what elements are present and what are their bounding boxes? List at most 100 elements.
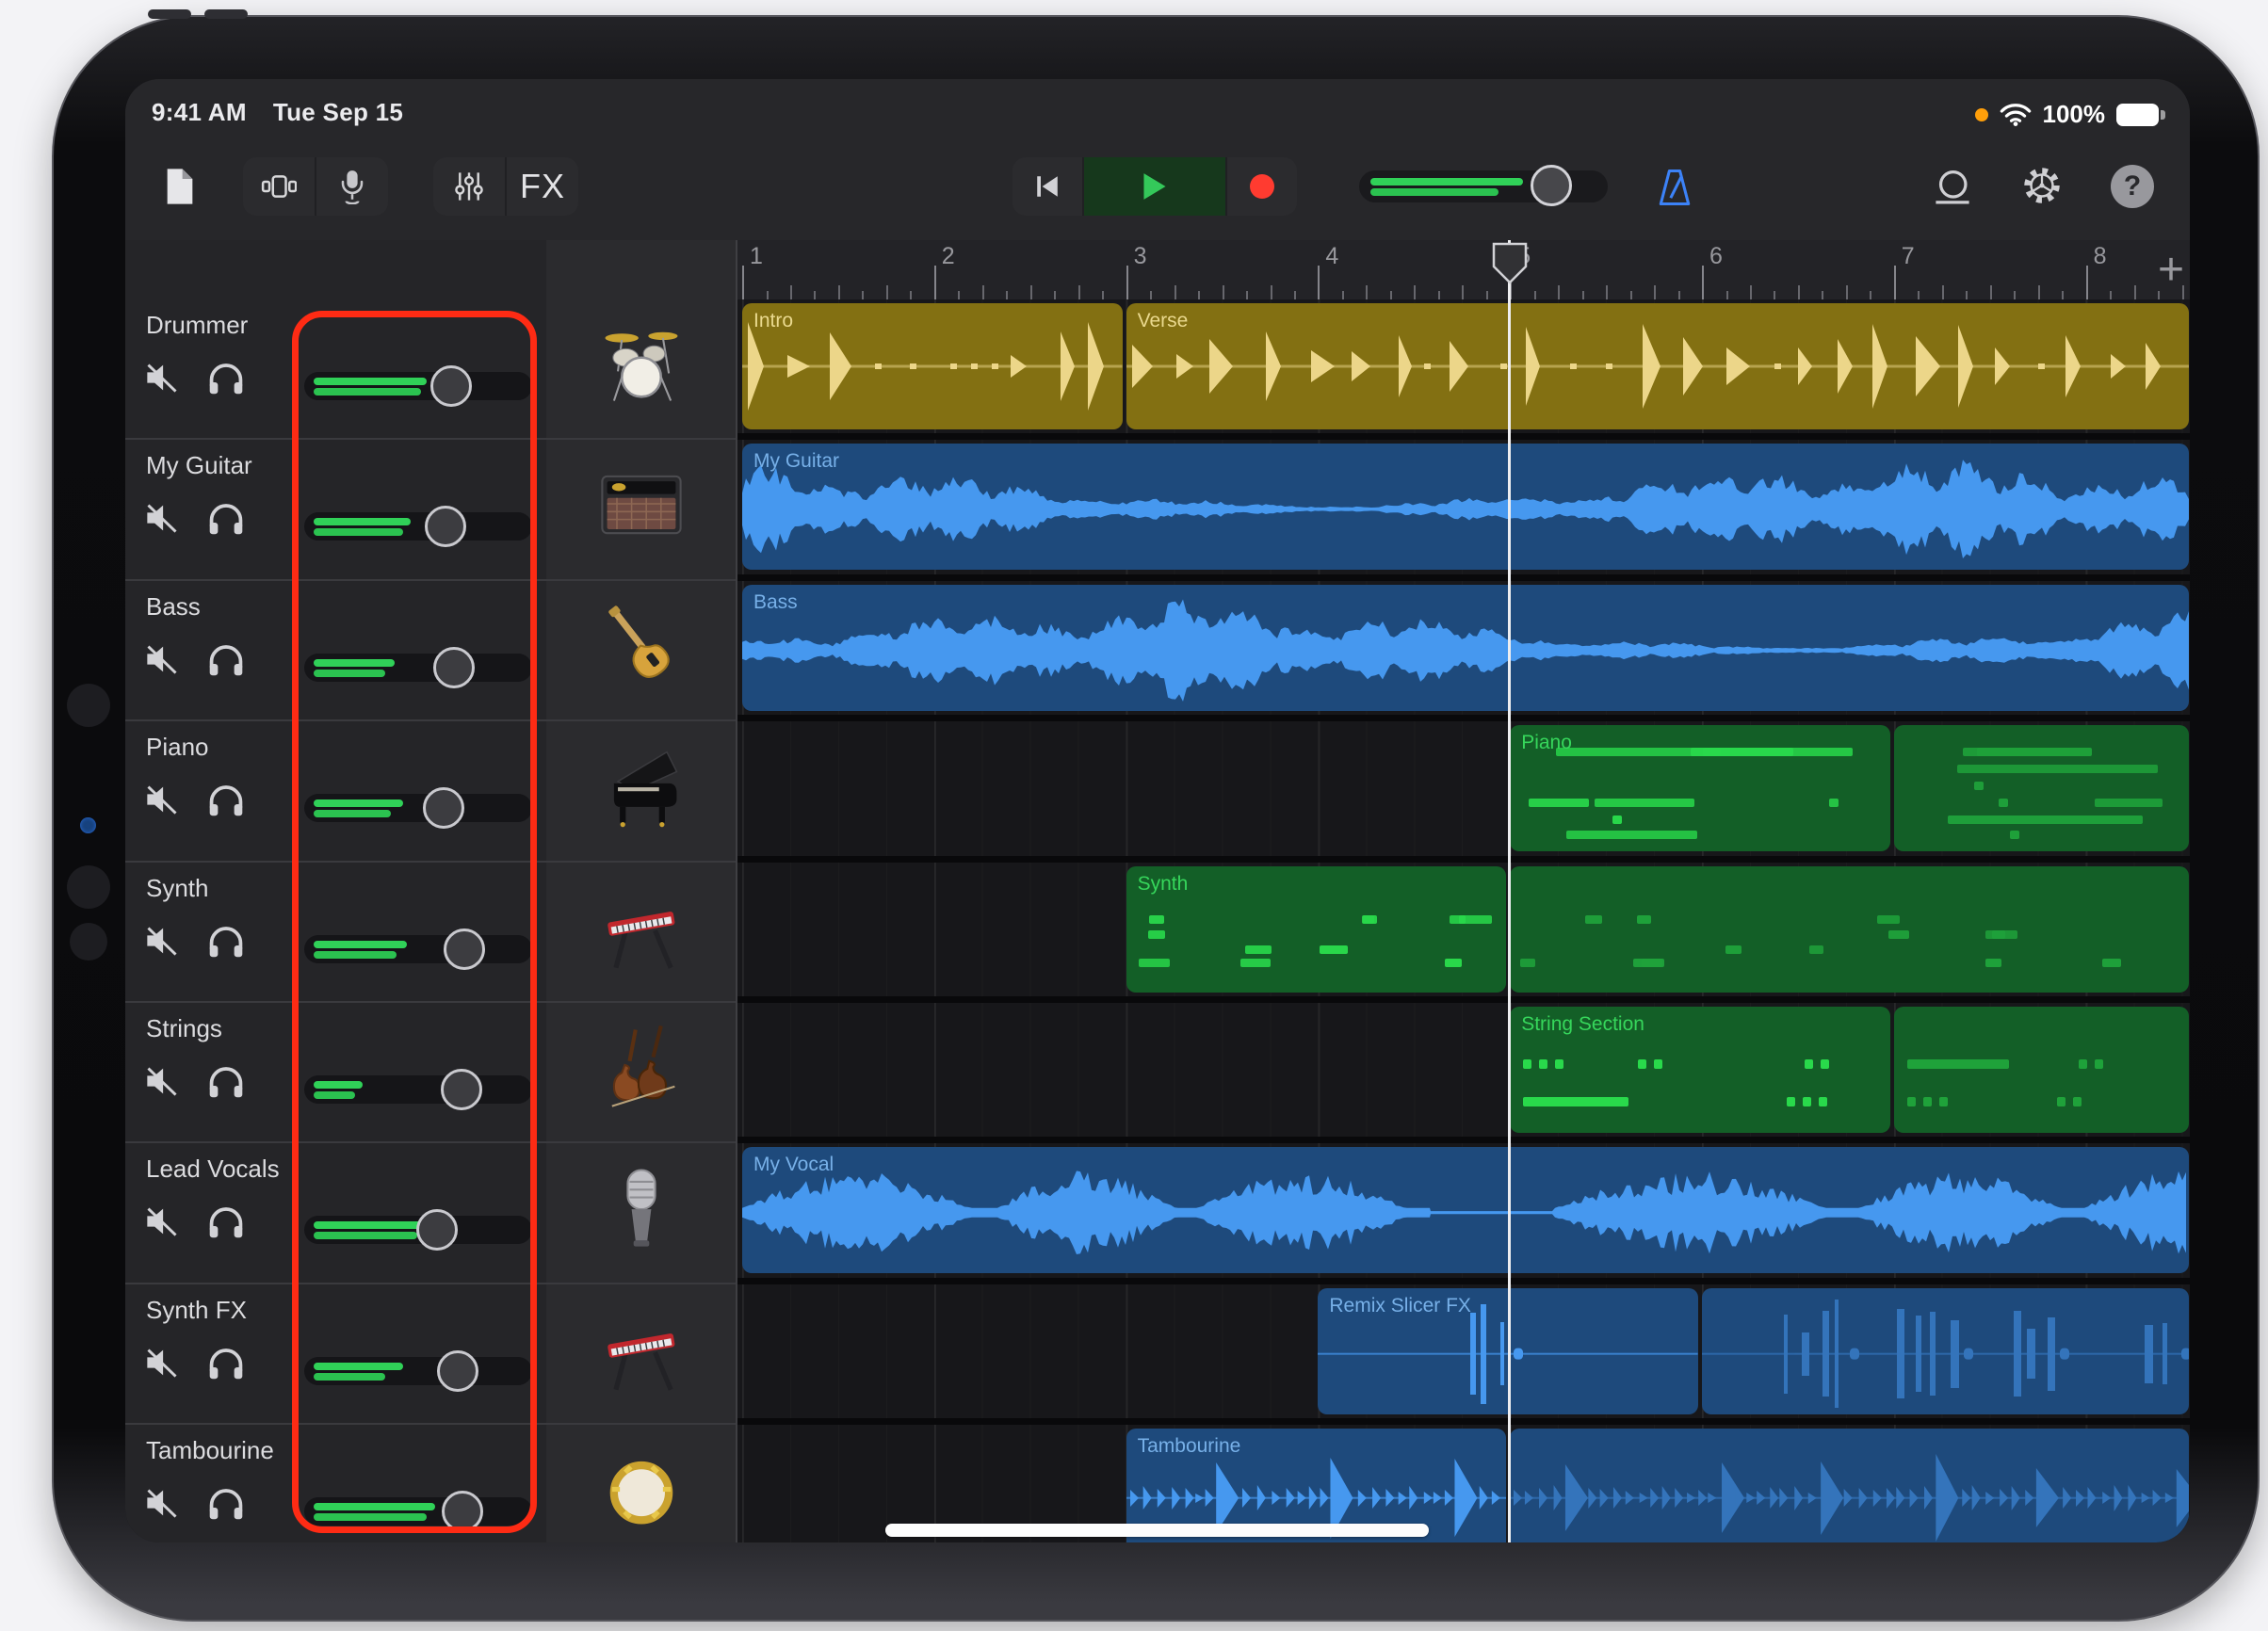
view-toggle-group [243, 157, 388, 216]
record-button[interactable] [1225, 157, 1297, 216]
solo-headphones-button[interactable] [206, 500, 248, 538]
garageband-screen: 9:41 AM Tue Sep 15 100% [125, 79, 2190, 1542]
headphones-icon [206, 923, 246, 959]
instrument-icon-guitar-amp[interactable] [592, 455, 690, 553]
mute-button[interactable] [144, 362, 186, 399]
horizontal-scrollbar[interactable] [885, 1524, 1429, 1537]
playhead-handle[interactable] [1491, 241, 1529, 291]
loop-browser-button[interactable] [1928, 162, 1977, 211]
solo-headphones-button[interactable] [206, 923, 248, 961]
mute-button[interactable] [144, 783, 186, 821]
track-name: Bass [146, 592, 201, 622]
settings-button[interactable] [2017, 160, 2067, 211]
mute-button[interactable] [144, 643, 186, 681]
waveform-drum-hits [1126, 303, 2189, 429]
region-piano[interactable]: Piano [1510, 725, 1890, 851]
help-button[interactable]: ? [2111, 165, 2154, 208]
solo-headphones-button[interactable] [206, 1063, 248, 1101]
instrument-icon-tambourine[interactable] [592, 1440, 690, 1538]
region-continued[interactable] [1894, 1007, 2189, 1133]
track-name: Drummer [146, 311, 248, 340]
track-lane[interactable]: Piano [737, 721, 2190, 862]
mute-button[interactable] [144, 1347, 186, 1384]
help-label: ? [2124, 170, 2141, 202]
waveform-audio-waveform [742, 585, 2189, 711]
region-string-section[interactable]: String Section [1510, 1007, 1890, 1133]
camera-lens [67, 684, 110, 727]
track-lane[interactable]: Synth [737, 863, 2190, 1003]
document-button[interactable] [154, 160, 206, 213]
camera-lens [67, 865, 110, 909]
measure-number: 7 [1902, 243, 1915, 270]
instrument-icon-drum-kit[interactable] [592, 315, 690, 412]
track-lane[interactable]: Bass [737, 581, 2190, 721]
solo-headphones-button[interactable] [206, 1485, 248, 1523]
solo-headphones-button[interactable] [206, 641, 248, 679]
track-lane[interactable]: Remix Slicer FX [737, 1284, 2190, 1425]
play-icon [1142, 172, 1167, 201]
play-button[interactable] [1082, 157, 1226, 216]
battery-icon [2116, 103, 2165, 127]
metronome-button[interactable] [1651, 164, 1698, 211]
mixer-button[interactable] [433, 157, 505, 216]
mute-button[interactable] [144, 1487, 186, 1525]
mute-button[interactable] [144, 925, 186, 962]
mix-fx-group: FX [433, 157, 578, 216]
track-lane[interactable]: String Section [737, 1003, 2190, 1143]
timeline-ruler[interactable]: 12345678 [737, 240, 2190, 301]
mute-icon [144, 1487, 180, 1519]
region-bass[interactable]: Bass [742, 585, 2189, 711]
fx-button[interactable]: FX [505, 157, 578, 216]
region-my-vocal[interactable]: My Vocal [742, 1147, 2189, 1273]
region-intro[interactable]: Intro [742, 303, 1123, 429]
track-name: Tambourine [146, 1436, 274, 1465]
mute-button[interactable] [144, 502, 186, 540]
track-name: My Guitar [146, 451, 252, 480]
microphone-icon [338, 169, 366, 204]
solo-headphones-button[interactable] [206, 360, 248, 397]
instrument-icon-synth-keyboard[interactable] [592, 878, 690, 976]
volume-button [204, 9, 248, 19]
mute-button[interactable] [144, 1065, 186, 1103]
add-track-button[interactable]: + [2146, 245, 2190, 294]
region-label: Verse [1138, 310, 1189, 332]
region-continued[interactable] [1510, 866, 2189, 993]
mute-icon [144, 925, 180, 957]
waveform-drum-hits [742, 303, 1123, 429]
region-synth[interactable]: Synth [1126, 866, 1507, 993]
wifi-icon [2000, 103, 2032, 127]
instrument-icon-studio-microphone[interactable] [592, 1158, 690, 1256]
microphone-button[interactable] [315, 157, 388, 216]
master-volume-slider[interactable] [1359, 170, 1608, 202]
solo-headphones-button[interactable] [206, 782, 248, 819]
master-volume-knob[interactable] [1531, 165, 1572, 206]
instrument-icon-synth-keyboard[interactable] [592, 1300, 690, 1397]
waveform-synth-notes [1510, 866, 2189, 993]
region-label: Piano [1521, 732, 1572, 754]
track-name: Synth FX [146, 1296, 247, 1325]
track-lane[interactable]: Intro Verse [737, 299, 2190, 440]
region-verse[interactable]: Verse [1126, 303, 2189, 429]
status-time: 9:41 AM [152, 98, 247, 127]
region-continued[interactable] [1702, 1288, 2189, 1414]
tracks-view-button[interactable] [243, 157, 315, 216]
region-label: String Section [1521, 1013, 1644, 1036]
rewind-button[interactable] [1012, 157, 1082, 216]
track-name: Strings [146, 1014, 222, 1043]
region-my-guitar[interactable]: My Guitar [742, 444, 2189, 570]
instrument-icon-string-section[interactable] [592, 1018, 690, 1116]
region-continued[interactable] [1894, 725, 2189, 851]
solo-headphones-button[interactable] [206, 1203, 248, 1241]
page-background: 9:41 AM Tue Sep 15 100% [0, 0, 2268, 1631]
track-lane[interactable]: My Vocal [737, 1143, 2190, 1284]
mute-button[interactable] [144, 1205, 186, 1243]
track-lane[interactable]: My Guitar [737, 440, 2190, 580]
region-label: My Guitar [753, 450, 839, 473]
solo-headphones-button[interactable] [206, 1345, 248, 1382]
track-name: Lead Vocals [146, 1155, 280, 1184]
mute-icon [144, 1065, 180, 1097]
instrument-icon-grand-piano[interactable] [592, 736, 690, 834]
region-continued[interactable] [1510, 1429, 2189, 1542]
instrument-icon-bass-guitar[interactable] [592, 596, 690, 694]
waveform-vocal-waveform [742, 1147, 2189, 1273]
